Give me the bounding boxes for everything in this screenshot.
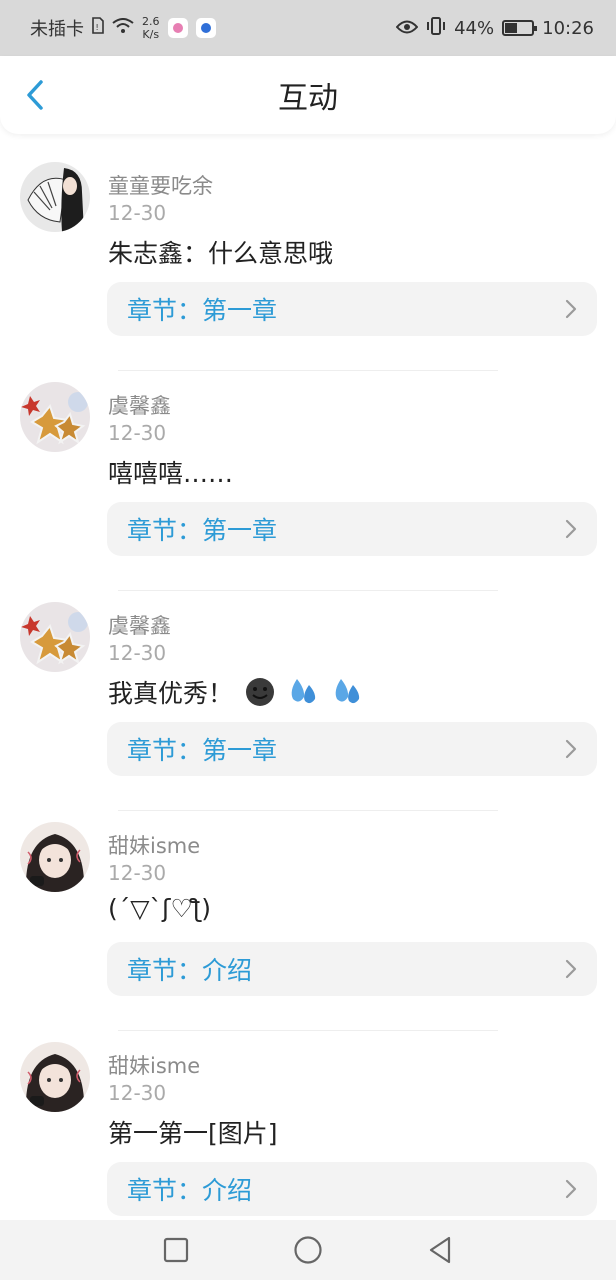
carrier-text: 未插卡 <box>30 19 84 40</box>
username: 虞馨鑫 <box>108 394 171 418</box>
chevron-right-icon <box>565 959 577 979</box>
chapter-label: 章节：介绍 <box>127 1176 253 1205</box>
svg-text:!: ! <box>96 23 99 32</box>
chapter-link[interactable]: 章节：第一章 <box>107 722 597 776</box>
chevron-right-icon <box>565 519 577 539</box>
divider <box>118 810 498 811</box>
comment-date: 12-30 <box>108 861 167 885</box>
system-back-button[interactable] <box>423 1233 457 1267</box>
avatar[interactable] <box>20 382 90 452</box>
battery-icon <box>502 20 538 36</box>
divider <box>118 1030 498 1031</box>
chevron-right-icon <box>565 299 577 319</box>
grinning-dark-emoji-icon <box>245 677 275 713</box>
comment-text: 朱志鑫：什么意思哦 <box>108 239 334 268</box>
comment-text: 我真优秀！ <box>108 679 234 708</box>
system-nav-bar <box>0 1220 616 1280</box>
comment-text: 嘻嘻嘻…… <box>108 459 234 488</box>
network-speed: 2.6 K/s <box>142 15 160 41</box>
comment-date: 12-30 <box>108 641 167 665</box>
list-item[interactable]: 甜妹isme 12-30 (´▽`ʃ♡ƪ) 章节：介绍 <box>0 810 616 1030</box>
comment-text-row: 我真优秀！ <box>108 674 363 713</box>
app-notification-icon <box>195 18 216 38</box>
sim-icon: ! <box>92 17 104 39</box>
eye-icon <box>395 18 419 39</box>
chapter-label: 章节：第一章 <box>127 736 278 765</box>
chapter-label: 章节：第一章 <box>127 296 278 325</box>
sweat-droplets-emoji-icon <box>331 677 363 713</box>
vibrate-icon <box>426 16 446 40</box>
avatar[interactable] <box>20 602 90 672</box>
username: 甜妹isme <box>108 834 201 858</box>
avatar[interactable] <box>20 1042 90 1112</box>
chevron-left-icon <box>27 80 43 110</box>
circle-home-icon <box>294 1236 322 1264</box>
list-item[interactable]: 甜妹isme 12-30 第一第一[图片] 章节：介绍 <box>0 1030 616 1250</box>
username: 虞馨鑫 <box>108 614 171 638</box>
username: 甜妹isme <box>108 1054 201 1078</box>
list-item[interactable]: 虞馨鑫 12-30 我真优秀！ 章节：第一章 <box>0 590 616 810</box>
chapter-link[interactable]: 章节：介绍 <box>107 942 597 996</box>
network-speed-value: 2.6 <box>142 15 160 28</box>
wifi-icon <box>112 17 134 39</box>
chevron-right-icon <box>565 739 577 759</box>
chapter-link[interactable]: 章节：第一章 <box>107 282 597 336</box>
status-bar: 未插卡 ! 2.6 K/s 44% 10:26 <box>0 0 616 56</box>
clock: 10:26 <box>542 17 594 39</box>
comment-date: 12-30 <box>108 201 167 225</box>
username: 童童要吃余 <box>108 174 213 198</box>
back-button[interactable] <box>18 78 52 112</box>
comment-date: 12-30 <box>108 1081 167 1105</box>
app-notification-icon <box>167 18 188 38</box>
chapter-label: 章节：介绍 <box>127 956 253 985</box>
list-item[interactable]: 童童要吃余 12-30 朱志鑫：什么意思哦 章节：第一章 <box>0 150 616 370</box>
home-button[interactable] <box>291 1233 325 1267</box>
interaction-list: 童童要吃余 12-30 朱志鑫：什么意思哦 章节：第一章 虞馨鑫 12-30 嘻… <box>0 150 616 1250</box>
chapter-link[interactable]: 章节：第一章 <box>107 502 597 556</box>
triangle-back-icon <box>429 1236 451 1264</box>
comment-text: 第一第一[图片] <box>108 1119 278 1148</box>
avatar[interactable] <box>20 162 90 232</box>
chevron-right-icon <box>565 1179 577 1199</box>
comment-text: (´▽`ʃ♡ƪ) <box>108 894 211 923</box>
top-app-bar: 互动 <box>0 56 616 134</box>
network-speed-unit: K/s <box>142 28 160 41</box>
list-item[interactable]: 虞馨鑫 12-30 嘻嘻嘻…… 章节：第一章 <box>0 370 616 590</box>
avatar[interactable] <box>20 822 90 892</box>
divider <box>118 590 498 591</box>
recents-button[interactable] <box>159 1233 193 1267</box>
square-icon <box>163 1237 189 1263</box>
comment-date: 12-30 <box>108 421 167 445</box>
page-title: 互动 <box>278 81 338 116</box>
chapter-link[interactable]: 章节：介绍 <box>107 1162 597 1216</box>
battery-percent: 44% <box>454 17 495 39</box>
divider <box>118 370 498 371</box>
chapter-label: 章节：第一章 <box>127 516 278 545</box>
sweat-droplets-emoji-icon <box>287 677 319 713</box>
